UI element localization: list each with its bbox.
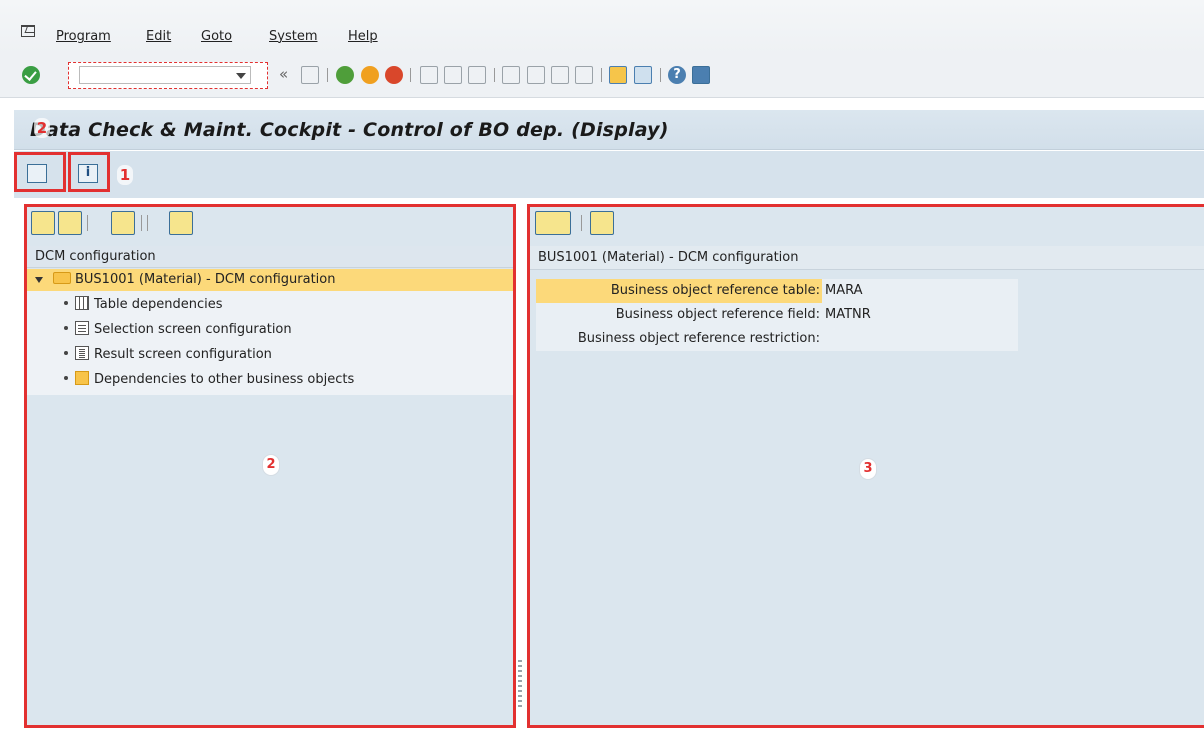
menu-help[interactable]: Help	[348, 29, 378, 44]
folder-icon	[53, 272, 71, 284]
annotation-marker-1: 1	[117, 165, 133, 185]
menu-edit[interactable]: Edit	[146, 29, 171, 44]
tree-body: BUS1001 (Material) - DCM configuration T…	[27, 269, 513, 395]
field-row-reference-restriction: Business object reference restriction:	[536, 327, 1018, 351]
annotation-frame-tree-toggle	[14, 152, 66, 192]
field-row-reference-field: Business object reference field: MATNR	[536, 303, 1018, 327]
bullet-icon	[64, 301, 68, 305]
create-session-icon[interactable]	[609, 66, 627, 84]
standard-toolbar: « ?	[0, 54, 1204, 98]
expand-all-icon[interactable]	[31, 211, 55, 235]
print-icon[interactable]	[420, 66, 438, 84]
collapse-all-icon[interactable]	[58, 211, 82, 235]
tree-panel: DCM configuration BUS1001 (Material) - D…	[24, 204, 516, 728]
field-value[interactable]: MATNR	[822, 303, 1018, 327]
find-icon[interactable]	[444, 66, 462, 84]
search-tree-icon[interactable]	[169, 211, 193, 235]
last-page-icon[interactable]	[575, 66, 593, 84]
detail-toolbar	[530, 207, 1204, 243]
toolbar-separator	[87, 215, 88, 231]
toolbar-separator	[660, 68, 661, 82]
shortcut-icon[interactable]	[634, 66, 652, 84]
bullet-icon	[64, 376, 68, 380]
first-page-icon[interactable]	[502, 66, 520, 84]
field-row-reference-table: Business object reference table: MARA	[536, 279, 1018, 303]
tree-header: DCM configuration	[27, 246, 513, 268]
command-dropdown-icon[interactable]	[236, 73, 246, 79]
field-value[interactable]: MARA	[822, 279, 1018, 303]
node-label: Dependencies to other business objects	[94, 372, 355, 387]
bullet-icon	[64, 326, 68, 330]
tree-root-label: BUS1001 (Material) - DCM configuration	[53, 269, 335, 291]
next-page-icon[interactable]	[551, 66, 569, 84]
toolbar-separator	[494, 68, 495, 82]
detail-header: BUS1001 (Material) - DCM configuration	[530, 246, 1204, 270]
collapse-command-icon[interactable]: «	[279, 65, 288, 83]
node-label: Table dependencies	[94, 297, 223, 312]
exit-icon[interactable]	[361, 66, 379, 84]
save-icon[interactable]	[301, 66, 319, 84]
dependency-toggle-icon[interactable]	[590, 211, 614, 235]
menu-program[interactable]: Program	[56, 29, 111, 44]
root-node-text: BUS1001 (Material) - DCM configuration	[75, 272, 336, 287]
display-options-icon[interactable]	[535, 211, 571, 235]
find-next-icon[interactable]	[468, 66, 486, 84]
command-input[interactable]	[80, 67, 230, 83]
field-label: Business object reference table:	[610, 283, 820, 298]
toolbar-separator	[410, 68, 411, 82]
exit-menu-icon[interactable]	[21, 25, 35, 37]
previous-page-icon[interactable]	[527, 66, 545, 84]
tree-node-table-dependencies[interactable]: Table dependencies	[64, 294, 223, 316]
result-screen-icon	[75, 346, 89, 360]
selection-screen-icon	[75, 321, 89, 335]
table-icon	[75, 296, 89, 310]
cancel-icon[interactable]	[385, 66, 403, 84]
field-label: Business object reference restriction:	[577, 331, 820, 346]
expand-arrow-icon[interactable]	[35, 277, 43, 283]
annotation-frame-info	[68, 152, 110, 192]
annotation-marker-2: 2	[34, 118, 50, 138]
command-field[interactable]	[79, 66, 251, 84]
field-value[interactable]	[822, 327, 1018, 351]
application-toolbar: i 1	[14, 151, 1204, 198]
toolbar-separator	[327, 68, 328, 82]
bullet-icon	[64, 351, 68, 355]
tree-root-node[interactable]: BUS1001 (Material) - DCM configuration	[27, 269, 513, 291]
page-title: Data Check & Maint. Cockpit - Control of…	[30, 119, 669, 141]
node-label: Selection screen configuration	[94, 322, 292, 337]
menu-bar: Program Edit Goto System Help	[0, 0, 1204, 54]
toolbar-separator	[581, 215, 582, 231]
customize-layout-icon[interactable]	[692, 66, 710, 84]
annotation-marker-3: 3	[859, 458, 877, 480]
toolbar-separator	[601, 68, 602, 82]
annotation-marker-2: 2	[262, 454, 280, 476]
toolbar-separator	[141, 215, 142, 231]
menu-goto[interactable]: Goto	[201, 29, 232, 44]
tree-toolbar	[27, 207, 513, 243]
panel-splitter[interactable]	[518, 660, 522, 708]
node-label: Result screen configuration	[94, 347, 272, 362]
menu-system[interactable]: System	[269, 29, 317, 44]
detail-grid: Business object reference table: MARA Bu…	[536, 279, 1018, 351]
find-binoculars-icon[interactable]	[111, 211, 135, 235]
toolbar-separator	[147, 215, 148, 231]
title-bar: Data Check & Maint. Cockpit - Control of…	[14, 110, 1204, 150]
back-icon[interactable]	[336, 66, 354, 84]
tree-node-dependencies[interactable]: Dependencies to other business objects	[64, 369, 354, 391]
enter-check-icon[interactable]	[22, 66, 40, 84]
command-field-highlight	[68, 62, 268, 89]
detail-panel: BUS1001 (Material) - DCM configuration B…	[527, 204, 1204, 728]
tree-node-result-screen[interactable]: Result screen configuration	[64, 344, 272, 366]
tree-node-selection-screen[interactable]: Selection screen configuration	[64, 319, 292, 341]
field-label: Business object reference field:	[615, 307, 820, 322]
dependency-icon	[75, 371, 89, 385]
help-icon[interactable]: ?	[668, 66, 686, 84]
